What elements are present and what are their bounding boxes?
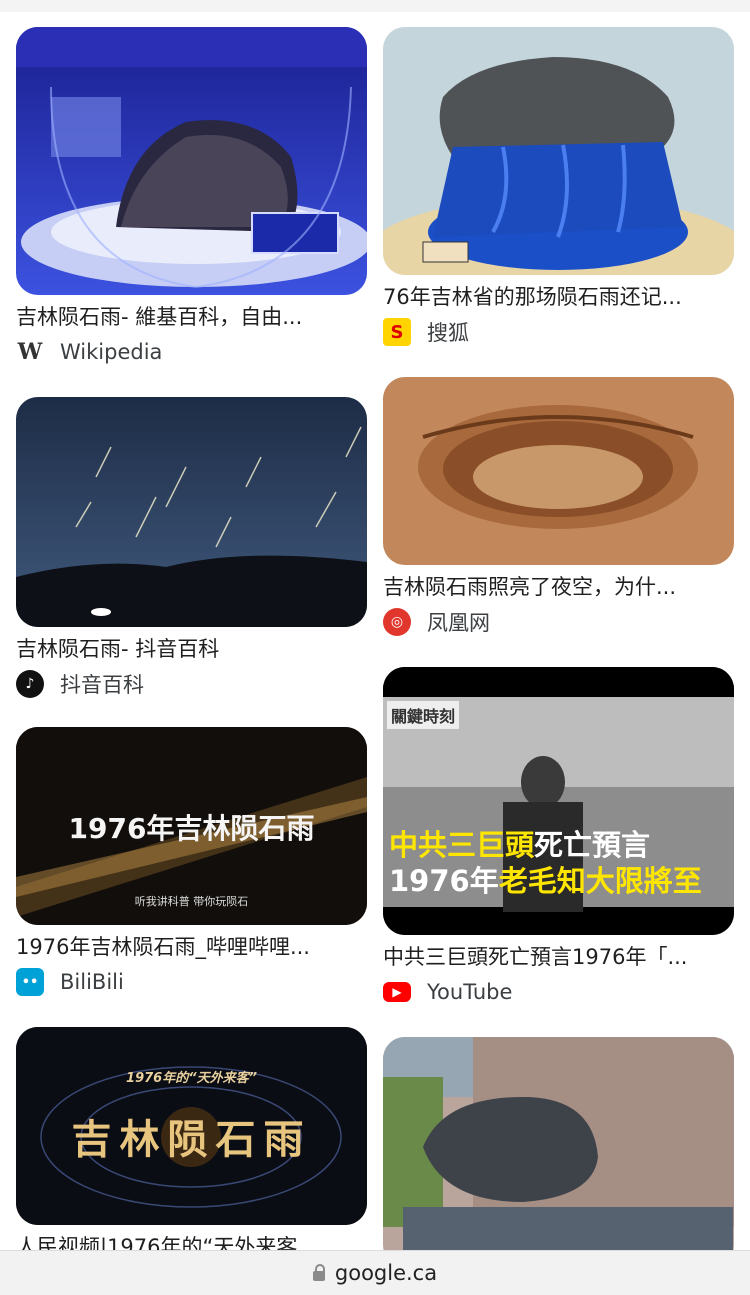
result-card[interactable]: 關鍵時刻 中共三巨頭死亡預言 1976年老毛知大限將至 中共三巨頭死亡預言197… xyxy=(383,667,734,1007)
result-title[interactable]: 吉林陨石雨照亮了夜空，为什... xyxy=(383,573,723,601)
top-bar xyxy=(0,0,750,12)
source-label: 凤凰网 xyxy=(427,611,490,635)
bilibili-icon: •• xyxy=(16,968,44,996)
result-title[interactable]: 吉林陨石雨- 維基百科，自由... xyxy=(16,303,356,331)
result-image[interactable]: 1976年吉林陨石雨 听我讲科普 带你玩陨石 xyxy=(16,727,367,925)
meteorite-outdoor-image xyxy=(383,1037,734,1267)
headline-part: 中共三巨頭 xyxy=(389,828,535,862)
meteorite-blue-cloth-image xyxy=(383,27,734,275)
thumbnail-headline: 中共三巨頭死亡預言 1976年老毛知大限將至 xyxy=(389,827,702,899)
wikipedia-icon: W xyxy=(17,339,43,365)
meteor-shower-night-image xyxy=(16,397,367,627)
channel-logo-text: 關鍵時刻 xyxy=(387,701,460,729)
result-source[interactable]: S 搜狐 xyxy=(383,317,734,347)
headline-part: 老毛知大限將至 xyxy=(498,864,702,898)
douyin-icon: ♪ xyxy=(16,670,44,698)
result-image[interactable]: 關鍵時刻 中共三巨頭死亡預言 1976年老毛知大限將至 xyxy=(383,667,734,935)
url-bar[interactable]: google.ca xyxy=(0,1250,750,1295)
source-label: BiliBili xyxy=(60,970,124,994)
result-card[interactable]: 吉林陨石雨照亮了夜空，为什... ◎ 凤凰网 xyxy=(383,377,734,637)
result-title[interactable]: 76年吉林省的那场陨石雨还记... xyxy=(383,283,723,311)
result-card[interactable]: 1976年吉林陨石雨 听我讲科普 带你玩陨石 1976年吉林陨石雨_哔哩哔哩..… xyxy=(16,727,367,997)
result-card[interactable]: 1976年的“天外来客” 吉林陨石雨 人民视频|1976年的“天外来客 xyxy=(16,1027,367,1261)
source-label: YouTube xyxy=(427,980,513,1004)
result-card[interactable]: 76年吉林省的那场陨石雨还记... S 搜狐 xyxy=(383,27,734,347)
result-image[interactable] xyxy=(16,397,367,627)
source-label: 搜狐 xyxy=(427,321,469,345)
source-label: Wikipedia xyxy=(60,340,163,364)
lock-icon xyxy=(312,1264,325,1281)
result-source[interactable]: W Wikipedia xyxy=(16,337,367,367)
result-source[interactable]: •• BiliBili xyxy=(16,967,367,997)
result-image[interactable] xyxy=(383,1037,734,1267)
thumbnail-title-text: 1976年吉林陨石雨 xyxy=(68,812,315,845)
result-title[interactable]: 1976年吉林陨石雨_哔哩哔哩... xyxy=(16,933,356,961)
meteorite-display-image xyxy=(16,27,367,295)
result-image[interactable] xyxy=(16,27,367,295)
source-label: 抖音百科 xyxy=(60,673,144,697)
result-image[interactable] xyxy=(383,377,734,565)
ifeng-icon: ◎ xyxy=(383,608,411,636)
result-source[interactable]: ♪ 抖音百科 xyxy=(16,669,367,699)
thumbnail-subtitle-text: 听我讲科普 带你玩陨石 xyxy=(134,895,249,908)
headline-part: 1976年 xyxy=(389,864,499,898)
youtube-icon: ▶ xyxy=(383,982,411,1002)
result-image[interactable] xyxy=(383,27,734,275)
result-card[interactable]: 吉林陨石雨- 抖音百科 ♪ 抖音百科 xyxy=(16,397,367,699)
impact-crater-image xyxy=(383,377,734,565)
sohu-icon: S xyxy=(383,318,411,346)
result-source[interactable]: ◎ 凤凰网 xyxy=(383,607,734,637)
result-image[interactable]: 1976年的“天外来客” 吉林陨石雨 xyxy=(16,1027,367,1225)
result-card[interactable] xyxy=(383,1037,734,1267)
result-title[interactable]: 中共三巨頭死亡預言1976年「... xyxy=(383,943,723,971)
result-card[interactable]: 吉林陨石雨- 維基百科，自由... W Wikipedia xyxy=(16,27,367,367)
headline-part: 死亡預言 xyxy=(534,828,651,862)
thumbnail-title-text: 吉林陨石雨 xyxy=(71,1116,312,1163)
url-domain: google.ca xyxy=(334,1261,438,1285)
thumbnail-subtitle-text: 1976年的“天外来客” xyxy=(126,1071,257,1086)
result-source[interactable]: ▶ YouTube xyxy=(383,977,734,1007)
result-title[interactable]: 吉林陨石雨- 抖音百科 xyxy=(16,635,356,663)
